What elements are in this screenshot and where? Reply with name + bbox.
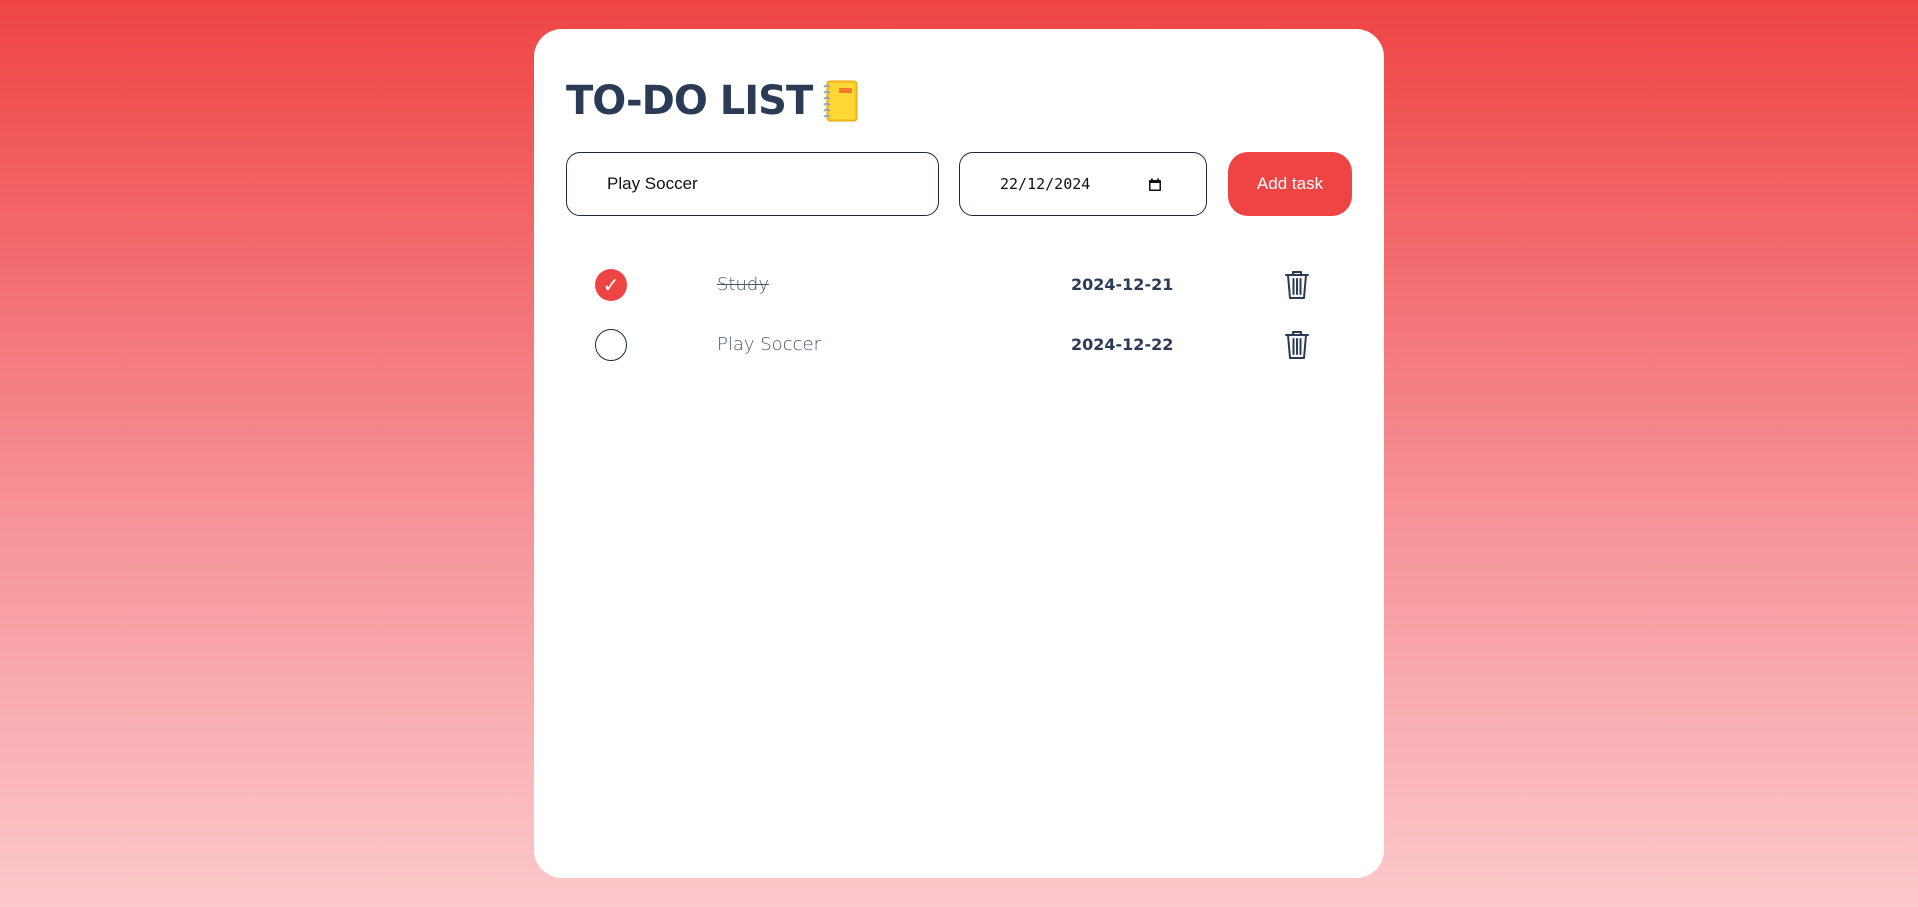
task-date: 2024-12-22 (1071, 335, 1174, 354)
task-checkbox-checked[interactable]: ✓ (595, 269, 627, 301)
trash-icon[interactable] (1283, 329, 1311, 361)
notebook-icon (822, 79, 860, 123)
date-input[interactable]: 22/12/2024 (959, 152, 1207, 216)
task-date: 2024-12-21 (1071, 275, 1174, 294)
task-input[interactable] (566, 152, 939, 216)
page-title: TO-DO LIST (566, 78, 813, 124)
task-row: ✓ Study 2024-12-21 (566, 265, 1352, 305)
check-icon: ✓ (602, 273, 620, 297)
task-name: Play Soccer (717, 334, 821, 355)
task-checkbox[interactable] (595, 329, 627, 361)
task-name: Study (717, 274, 769, 295)
trash-icon[interactable] (1283, 269, 1311, 301)
add-task-button[interactable]: Add task (1228, 152, 1352, 216)
task-row: Play Soccer 2024-12-22 (566, 325, 1352, 365)
header: TO-DO LIST (566, 71, 860, 131)
calendar-icon[interactable] (1148, 178, 1162, 192)
todo-card: TO-DO LIST 22/12/2024 (534, 29, 1384, 878)
date-value: 22/12/2024 (1000, 175, 1091, 193)
